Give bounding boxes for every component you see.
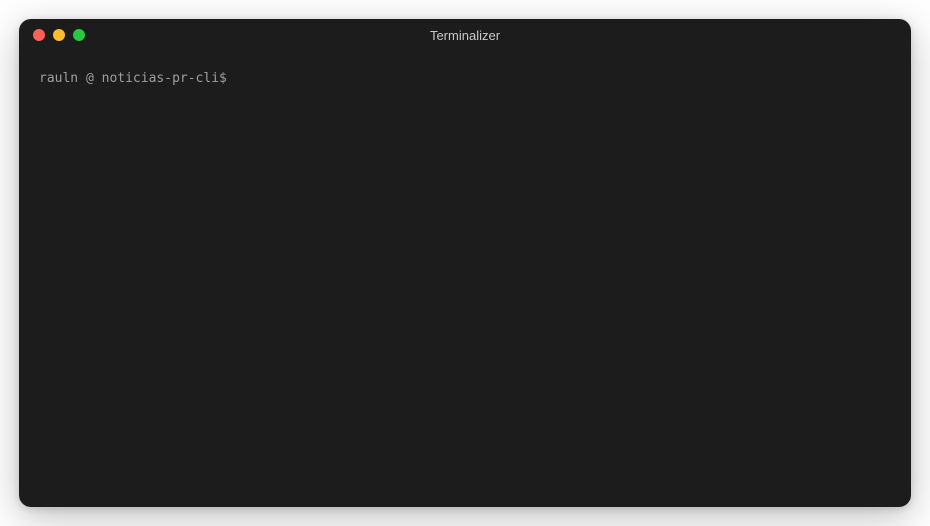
- prompt-line: rauln @ noticias-pr-cli$: [39, 69, 891, 90]
- close-icon[interactable]: [33, 29, 45, 41]
- prompt-host: noticias-pr-cli: [102, 71, 219, 86]
- maximize-icon[interactable]: [73, 29, 85, 41]
- minimize-icon[interactable]: [53, 29, 65, 41]
- window-controls: [33, 29, 85, 41]
- prompt-symbol: $: [219, 71, 227, 86]
- prompt-at: @: [78, 71, 101, 86]
- terminal-body[interactable]: rauln @ noticias-pr-cli$: [19, 51, 911, 507]
- cursor-icon: [227, 72, 234, 86]
- title-bar: Terminalizer: [19, 19, 911, 51]
- window-title: Terminalizer: [19, 28, 911, 43]
- prompt-user: rauln: [39, 71, 78, 86]
- terminal-window: Terminalizer rauln @ noticias-pr-cli$: [19, 19, 911, 507]
